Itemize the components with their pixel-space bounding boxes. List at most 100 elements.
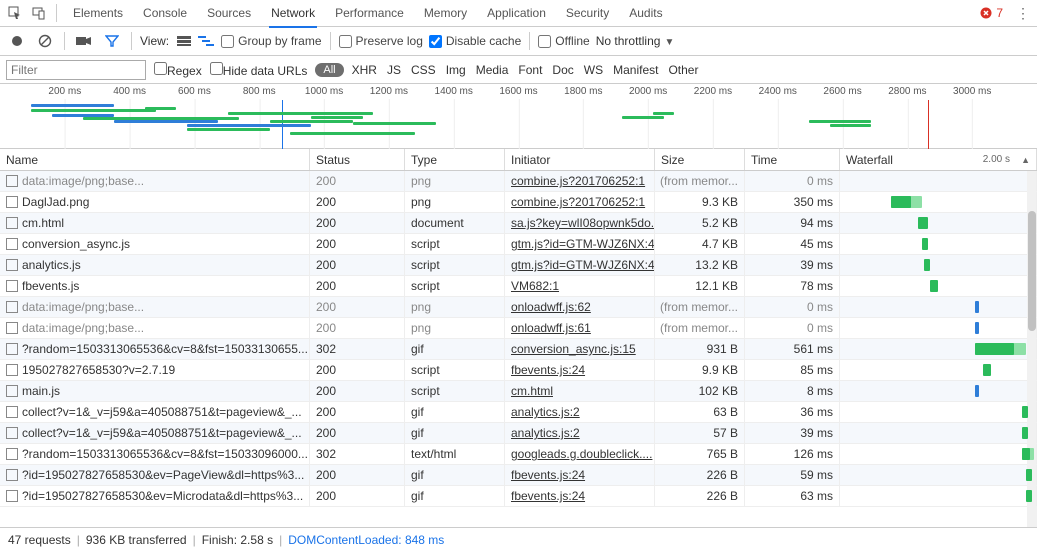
table-row[interactable]: data:image/png;base...200pngonloadwff.js…: [0, 297, 1037, 318]
table-row[interactable]: data:image/png;base...200pngcombine.js?2…: [0, 171, 1037, 192]
table-row[interactable]: fbevents.js200scriptVM682:112.1 KB78 ms: [0, 276, 1037, 297]
tab-sources[interactable]: Sources: [197, 0, 261, 27]
clear-icon[interactable]: [34, 30, 56, 52]
file-icon: [6, 364, 18, 376]
table-row[interactable]: collect?v=1&_v=j59&a=405088751&t=pagevie…: [0, 423, 1037, 444]
timeline-overview[interactable]: 200 ms400 ms600 ms800 ms1000 ms1200 ms14…: [0, 84, 1037, 149]
filter-type-media[interactable]: Media: [476, 63, 509, 77]
tick: 1800 ms: [564, 86, 602, 97]
file-icon: [6, 301, 18, 313]
tab-security[interactable]: Security: [556, 0, 619, 27]
filter-type-ws[interactable]: WS: [584, 63, 603, 77]
initiator-link[interactable]: analytics.js:2: [511, 426, 580, 440]
offline-checkbox[interactable]: Offline: [538, 34, 589, 48]
initiator-link[interactable]: cm.html: [511, 384, 553, 398]
status-bar: 47 requests | 936 KB transferred | Finis…: [0, 527, 1037, 551]
file-icon: [6, 259, 18, 271]
col-waterfall-header[interactable]: Waterfall2.00 s: [840, 149, 1037, 170]
initiator-link[interactable]: fbevents.js:24: [511, 468, 585, 482]
initiator-link[interactable]: combine.js?201706252:1: [511, 174, 645, 188]
tab-audits[interactable]: Audits: [619, 0, 672, 27]
col-initiator-header[interactable]: Initiator: [505, 149, 655, 170]
waterfall-cell: [840, 213, 1037, 233]
waterfall-cell: [840, 192, 1037, 212]
waterfall-cell: [840, 360, 1037, 380]
tab-elements[interactable]: Elements: [63, 0, 133, 27]
filter-icon[interactable]: [101, 30, 123, 52]
file-icon: [6, 427, 18, 439]
initiator-link[interactable]: VM682:1: [511, 279, 559, 293]
filter-type-doc[interactable]: Doc: [552, 63, 573, 77]
initiator-link[interactable]: fbevents.js:24: [511, 489, 585, 503]
group-by-frame-checkbox[interactable]: Group by frame: [221, 34, 321, 48]
filter-type-xhr[interactable]: XHR: [352, 63, 377, 77]
tab-network[interactable]: Network: [261, 0, 325, 27]
file-icon: [6, 448, 18, 460]
tick: 2400 ms: [759, 86, 797, 97]
initiator-link[interactable]: conversion_async.js:15: [511, 342, 636, 356]
filter-type-other[interactable]: Other: [668, 63, 698, 77]
disable-cache-checkbox[interactable]: Disable cache: [429, 34, 521, 48]
throttling-select[interactable]: No throttling▼: [596, 34, 675, 48]
preserve-log-checkbox[interactable]: Preserve log: [339, 34, 423, 48]
kebab-menu-icon[interactable]: ⋮: [1013, 5, 1033, 22]
initiator-link[interactable]: gtm.js?id=GTM-WJZ6NX:44: [511, 237, 655, 251]
col-status-header[interactable]: Status: [310, 149, 405, 170]
table-row[interactable]: collect?v=1&_v=j59&a=405088751&t=pagevie…: [0, 402, 1037, 423]
table-row[interactable]: ?id=195027827658530&ev=Microdata&dl=http…: [0, 486, 1037, 507]
initiator-link[interactable]: sa.js?key=wlI08opwnk5do...: [511, 216, 655, 230]
tick: 2000 ms: [629, 86, 667, 97]
filter-type-img[interactable]: Img: [446, 63, 466, 77]
col-type-header[interactable]: Type: [405, 149, 505, 170]
tab-console[interactable]: Console: [133, 0, 197, 27]
initiator-link[interactable]: combine.js?201706252:1: [511, 195, 645, 209]
filter-input[interactable]: [6, 60, 146, 80]
table-row[interactable]: conversion_async.js200scriptgtm.js?id=GT…: [0, 234, 1037, 255]
camera-icon[interactable]: [73, 30, 95, 52]
view-waterfall-icon[interactable]: [197, 32, 215, 50]
record-icon[interactable]: [6, 30, 28, 52]
filter-all-pill[interactable]: All: [315, 63, 343, 77]
initiator-link[interactable]: gtm.js?id=GTM-WJZ6NX:44: [511, 258, 655, 272]
table-row[interactable]: ?id=195027827658530&ev=PageView&dl=https…: [0, 465, 1037, 486]
regex-checkbox[interactable]: Regex: [154, 62, 202, 78]
main-tabbar: ElementsConsoleSourcesNetworkPerformance…: [0, 0, 1037, 27]
load-marker: [928, 100, 929, 149]
tab-performance[interactable]: Performance: [325, 0, 414, 27]
filter-type-font[interactable]: Font: [518, 63, 542, 77]
table-row[interactable]: cm.html200documentsa.js?key=wlI08opwnk5d…: [0, 213, 1037, 234]
table-row[interactable]: ?random=1503313065536&cv=8&fst=150330960…: [0, 444, 1037, 465]
error-count-badge[interactable]: 7: [980, 6, 1003, 20]
status-domcontentloaded: DOMContentLoaded: 848 ms: [288, 533, 444, 547]
waterfall-cell: [840, 339, 1037, 359]
tab-memory[interactable]: Memory: [414, 0, 477, 27]
table-row[interactable]: main.js200scriptcm.html102 KB8 ms: [0, 381, 1037, 402]
hide-data-urls-checkbox[interactable]: Hide data URLs: [210, 62, 308, 78]
table-row[interactable]: DaglJad.png200pngcombine.js?201706252:19…: [0, 192, 1037, 213]
filter-type-css[interactable]: CSS: [411, 63, 436, 77]
table-row[interactable]: ?random=1503313065536&cv=8&fst=150331306…: [0, 339, 1037, 360]
filter-type-js[interactable]: JS: [387, 63, 401, 77]
table-row[interactable]: data:image/png;base...200pngonloadwff.js…: [0, 318, 1037, 339]
initiator-link[interactable]: onloadwff.js:62: [511, 300, 591, 314]
col-time-header[interactable]: Time: [745, 149, 840, 170]
waterfall-cell: [840, 276, 1037, 296]
inspect-icon[interactable]: [4, 2, 26, 24]
tab-application[interactable]: Application: [477, 0, 556, 27]
col-size-header[interactable]: Size: [655, 149, 745, 170]
tick: 400 ms: [113, 86, 146, 97]
filter-type-manifest[interactable]: Manifest: [613, 63, 658, 77]
initiator-link[interactable]: analytics.js:2: [511, 405, 580, 419]
file-icon: [6, 238, 18, 250]
filter-bar: Regex Hide data URLs All XHR JS CSS Img Medi…: [0, 56, 1037, 84]
view-large-icon[interactable]: [175, 32, 193, 50]
initiator-link[interactable]: onloadwff.js:61: [511, 321, 591, 335]
device-toggle-icon[interactable]: [28, 2, 50, 24]
initiator-link[interactable]: fbevents.js:24: [511, 363, 585, 377]
waterfall-cell: [840, 423, 1037, 443]
initiator-link[interactable]: googleads.g.doubleclick....: [511, 447, 652, 461]
file-icon: [6, 469, 18, 481]
table-row[interactable]: analytics.js200scriptgtm.js?id=GTM-WJZ6N…: [0, 255, 1037, 276]
col-name-header[interactable]: Name: [0, 149, 310, 170]
table-row[interactable]: 195027827658530?v=2.7.19200scriptfbevent…: [0, 360, 1037, 381]
